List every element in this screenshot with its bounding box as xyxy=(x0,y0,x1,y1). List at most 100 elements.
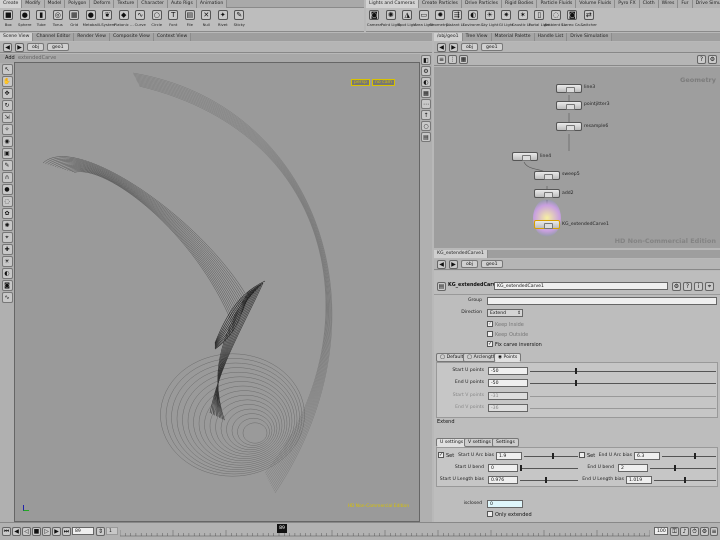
net-back-icon[interactable]: ◀ xyxy=(437,42,446,52)
set-end-arc-checkbox[interactable] xyxy=(579,452,585,458)
tab-create-particles[interactable]: Create Particles xyxy=(418,0,462,8)
node-name-field[interactable]: KG_extendedCarve1 xyxy=(494,282,668,290)
start-u-arc-bias-slider[interactable] xyxy=(524,456,578,457)
start-u-points-knob[interactable] xyxy=(575,368,577,374)
tool-camera[interactable]: ◙ Camera xyxy=(366,8,383,32)
tab-create[interactable]: Create xyxy=(0,0,23,8)
tab-drive-simulation[interactable]: Drive Simulation xyxy=(692,0,720,8)
forward-arrow-icon[interactable]: ▶ xyxy=(15,42,24,52)
net-path-geo1[interactable]: geo1 xyxy=(481,43,503,51)
lock-camera-icon[interactable]: ◧ xyxy=(421,55,431,65)
end-u-bend-slider[interactable] xyxy=(650,468,716,469)
tool-lsystem[interactable]: ❦ LSystem xyxy=(99,8,116,32)
tool-torus[interactable]: ◎ Torus xyxy=(50,8,67,32)
timeline-playhead[interactable]: 89 xyxy=(277,524,287,533)
tab-channel-editor[interactable]: Channel Editor xyxy=(33,33,75,41)
play-reverse-icon[interactable]: ◁ xyxy=(22,527,31,536)
camera-tool-icon[interactable]: ◙ xyxy=(1,280,13,291)
timeline-more-icon[interactable]: ≡ xyxy=(710,527,718,536)
tool-grid[interactable]: ▦ Grid xyxy=(66,8,83,32)
isclosed-field[interactable]: 0 xyxy=(487,500,523,508)
tab-drive-simulation[interactable]: Drive Simulation xyxy=(567,33,613,41)
node-sweep5[interactable] xyxy=(534,171,560,180)
end-u-arc-bias-slider[interactable] xyxy=(662,456,716,457)
param-back-icon[interactable]: ◀ xyxy=(437,259,446,269)
node-line4[interactable] xyxy=(512,152,538,161)
tab-material-palette[interactable]: Material Palette xyxy=(491,33,535,41)
step-back-icon[interactable]: ◀ xyxy=(12,527,21,536)
tab-u-settings[interactable]: U settings xyxy=(436,438,468,447)
pin-tool-icon[interactable]: ✚ xyxy=(1,244,13,255)
tab-wires[interactable]: Wires xyxy=(658,0,679,8)
info-icon[interactable]: i xyxy=(694,282,703,291)
lasso-tool-icon[interactable]: ◌ xyxy=(1,196,13,207)
tab-points[interactable]: ◉ Points xyxy=(494,353,522,362)
help-icon[interactable]: ? xyxy=(683,282,692,291)
view-tool-icon[interactable]: ◉ xyxy=(1,136,13,147)
magnet-tool-icon[interactable]: ∩ xyxy=(1,172,13,183)
only-extended-checkbox[interactable] xyxy=(487,511,493,517)
tab-texture[interactable]: Texture xyxy=(114,0,139,8)
move-tool-icon[interactable]: ✥ xyxy=(1,88,13,99)
handle-tool-icon[interactable]: ✧ xyxy=(1,124,13,135)
keep-inside-checkbox[interactable]: ✓ xyxy=(487,321,493,327)
tool-caustic-light[interactable]: ✶ Caustic Li... xyxy=(512,8,534,32)
node-resample6[interactable] xyxy=(556,122,582,131)
brush-tool-icon[interactable]: ✎ xyxy=(1,160,13,171)
wire-tool-icon[interactable]: ∿ xyxy=(1,292,13,303)
tab-rigid-bodies[interactable]: Rigid Bodies xyxy=(502,0,538,8)
start-u-bend-knob[interactable] xyxy=(520,465,522,471)
tool-area-light[interactable]: ▭ Area Light xyxy=(414,8,433,32)
tool-environment-light[interactable]: ◐ Environm... xyxy=(462,8,484,32)
pin-icon[interactable]: ⌖ xyxy=(705,282,714,291)
current-frame-field[interactable]: 89 xyxy=(72,527,94,535)
end-u-length-bias-field[interactable]: 1.019 xyxy=(626,476,652,484)
keep-outside-checkbox[interactable] xyxy=(487,331,493,337)
tab-deform[interactable]: Deform xyxy=(90,0,115,8)
tool-stereo-camera[interactable]: ◙ Stereo Ca... xyxy=(561,8,583,32)
start-u-arc-bias-knob[interactable] xyxy=(552,453,554,459)
realtime-icon[interactable]: ⏱ xyxy=(690,527,699,536)
wireframe-icon[interactable]: ▦ xyxy=(421,88,431,98)
tab-particle-fluids[interactable]: Particle Fluids xyxy=(537,0,577,8)
net-tree-icon[interactable]: ⋮ xyxy=(448,55,457,64)
node-pointjitter3[interactable] xyxy=(556,101,582,110)
tab-obj-geo1[interactable]: /obj/geo1 xyxy=(434,33,463,41)
global-animation-icon[interactable]: ⚙ xyxy=(700,527,709,536)
net-forward-icon[interactable]: ▶ xyxy=(449,42,458,52)
tab-character[interactable]: Character xyxy=(138,0,168,8)
tool-spot-light[interactable]: ◮ Spot Light xyxy=(398,8,417,32)
normals-icon[interactable]: ↑ xyxy=(421,110,431,120)
tab-modify[interactable]: Modify xyxy=(22,0,45,8)
goto-start-icon[interactable]: ⏮ xyxy=(2,527,11,536)
start-u-arc-bias-field[interactable]: 1.9 xyxy=(496,452,522,460)
start-u-points-slider[interactable] xyxy=(530,371,716,372)
tab-scene-view[interactable]: Scene View xyxy=(0,33,34,41)
direction-select[interactable]: Extend ⇕ xyxy=(487,309,523,317)
tool-portal-light[interactable]: ▯ Portal Light xyxy=(528,8,550,32)
scale-tool-icon[interactable]: ⇲ xyxy=(1,112,13,123)
tab-auto-rigs[interactable]: Auto Rigs xyxy=(167,0,197,8)
tab-tree-view[interactable]: Tree View xyxy=(462,33,492,41)
param-path-geo1[interactable]: geo1 xyxy=(481,260,503,268)
tool-platonic[interactable]: ◆ Platonic ... xyxy=(114,8,134,32)
start-u-length-bias-knob[interactable] xyxy=(545,477,547,483)
param-path-obj[interactable]: obj xyxy=(461,260,479,268)
tab-context-view[interactable]: Context View xyxy=(153,33,192,41)
tool-metaball[interactable]: ● Metaball xyxy=(83,8,100,32)
net-options-icon[interactable]: ⚙ xyxy=(708,55,717,64)
start-u-length-bias-slider[interactable] xyxy=(520,480,578,481)
tool-sky-light[interactable]: ☀ Sky Light xyxy=(481,8,498,32)
snap-tool-icon[interactable]: ⌖ xyxy=(1,232,13,243)
end-u-arc-bias-field[interactable]: 6.3 xyxy=(634,452,660,460)
tool-rivet[interactable]: ✦ Rivet xyxy=(215,8,232,32)
node-line3[interactable] xyxy=(556,84,582,93)
tool-point-light[interactable]: ✺ Point Light xyxy=(381,8,401,32)
tool-font[interactable]: T Font xyxy=(165,8,182,32)
param-forward-icon[interactable]: ▶ xyxy=(449,259,458,269)
tool-ambient-light[interactable]: ◌ Ambient L... xyxy=(544,8,567,32)
display-tool-icon[interactable]: ◐ xyxy=(1,268,13,279)
start-u-length-bias-field[interactable]: 0.976 xyxy=(488,476,518,484)
tab-param-node[interactable]: KG_extendedCarve1 xyxy=(434,250,488,258)
ghost-icon[interactable]: ○ xyxy=(421,121,431,131)
